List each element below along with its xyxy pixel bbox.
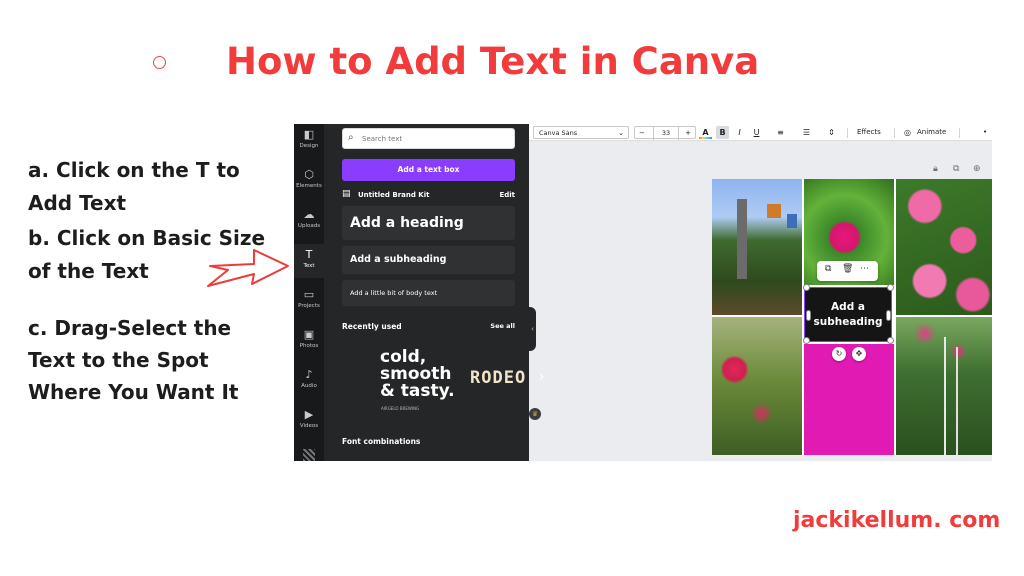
- element-context-menu: ⧉ 🗑︎ ⋯: [817, 261, 878, 281]
- brand-kit-icon: ▤: [342, 189, 351, 199]
- corner-handle[interactable]: [803, 284, 810, 291]
- add-heading-button[interactable]: Add a heading: [342, 206, 515, 240]
- search-input[interactable]: [362, 133, 502, 145]
- spacing-icon[interactable]: ⇕: [825, 126, 838, 139]
- increase-size-button[interactable]: +: [685, 127, 691, 140]
- uploads-icon: ☁: [303, 208, 315, 221]
- brand-kit-edit-link[interactable]: Edit: [499, 191, 515, 199]
- recently-used-heading: Recently used: [342, 322, 402, 331]
- animate-button[interactable]: Animate: [917, 126, 946, 139]
- italic-button[interactable]: I: [733, 126, 746, 139]
- sidebar-item-videos[interactable]: ▶ Videos: [294, 408, 324, 434]
- font-card-line: & tasty.: [380, 381, 455, 401]
- align-center-icon[interactable]: ≡: [774, 126, 787, 139]
- add-body-text-button[interactable]: Add a little bit of body text: [342, 280, 515, 306]
- bold-button[interactable]: B: [716, 126, 729, 139]
- more-options-icon[interactable]: •: [983, 126, 987, 139]
- page-title: How to Add Text in Canva: [226, 40, 760, 83]
- corner-handle[interactable]: [803, 337, 810, 344]
- sidebar-item-label: Projects: [298, 303, 320, 309]
- editor-toolbar: Canva Sans ⌄ − 33 + A B I U ≡ ☰ ⇕ Effect…: [529, 124, 992, 141]
- more-apps-icon[interactable]: [303, 449, 315, 461]
- magenta-block[interactable]: [804, 344, 894, 455]
- animate-icon: ◎: [904, 128, 911, 137]
- sidebar-item-photos[interactable]: ▣ Photos: [294, 328, 324, 354]
- font-family-value: Canva Sans: [539, 129, 578, 137]
- effects-button[interactable]: Effects: [857, 126, 881, 139]
- sidebar-item-elements[interactable]: ⬡ Elements: [294, 168, 324, 194]
- photo-garden-birdhouse[interactable]: [712, 179, 802, 315]
- collapse-panel-handle[interactable]: ‹: [529, 307, 536, 351]
- chevron-right-icon[interactable]: ›: [539, 369, 545, 385]
- brand-kit-row: ▤ Untitled Brand Kit Edit: [342, 189, 515, 202]
- font-family-dropdown[interactable]: Canva Sans ⌄: [533, 126, 629, 139]
- sidebar-item-label: Audio: [301, 383, 317, 389]
- resize-handle-right[interactable]: [886, 310, 891, 321]
- list-icon[interactable]: ☰: [800, 126, 813, 139]
- move-icon[interactable]: ✥: [852, 347, 866, 361]
- photo-rose-trellis[interactable]: [896, 317, 992, 455]
- videos-icon: ▶: [304, 408, 314, 421]
- sidebar-item-label: Text: [303, 263, 315, 269]
- audio-icon: ♪: [305, 368, 313, 381]
- more-options-icon[interactable]: ⋯: [860, 264, 869, 274]
- sidebar-item-audio[interactable]: ♪ Audio: [294, 368, 324, 394]
- corner-handle[interactable]: [887, 284, 894, 291]
- add-subheading-button[interactable]: Add a subheading: [342, 246, 515, 274]
- instruction-c: c. Drag-Select the Text to the Spot Wher…: [28, 316, 239, 404]
- lock-icon[interactable]: 🔒︎: [933, 164, 938, 174]
- font-card-cold-smooth-tasty[interactable]: cold, smooth & tasty.: [380, 349, 455, 400]
- add-text-box-button[interactable]: Add a text box: [342, 159, 515, 181]
- crown-icon: ♛: [529, 408, 541, 420]
- sidebar-item-label: Uploads: [297, 223, 321, 229]
- folder-icon: ▭: [303, 288, 315, 301]
- photo-pink-roses[interactable]: [896, 179, 992, 315]
- instruction-a: a. Click on the T to Add Text: [28, 158, 240, 215]
- decrease-size-button[interactable]: −: [639, 127, 645, 140]
- chevron-down-icon: ⌄: [618, 129, 624, 137]
- sidebar-rail: ◧ Design ⬡ Elements ☁ Uploads T Text ▭ P…: [294, 124, 324, 461]
- font-size-value[interactable]: 33: [653, 127, 679, 140]
- text-panel: ⌕ Add a text box ▤ Untitled Brand Kit Ed…: [324, 124, 545, 461]
- toolbar-divider: [959, 128, 960, 138]
- elements-icon: ⬡: [304, 168, 314, 181]
- photo-red-flowers[interactable]: [712, 317, 802, 455]
- corner-handle[interactable]: [887, 337, 894, 344]
- sidebar-item-label: Videos: [299, 423, 319, 429]
- sidebar-item-label: Photos: [299, 343, 319, 349]
- font-card-rodeo[interactable]: RODEO: [470, 368, 526, 388]
- font-card-subtext: AIRGELO BREWING: [381, 406, 420, 411]
- toolbar-divider: [847, 128, 848, 138]
- pointer-arrow-icon: [207, 249, 289, 287]
- sidebar-item-design[interactable]: ◧ Design: [294, 128, 324, 154]
- search-box[interactable]: ⌕: [342, 128, 515, 149]
- resize-handle-left[interactable]: [806, 310, 811, 321]
- see-all-link[interactable]: See all: [490, 322, 515, 330]
- website-url: jackikellum. com: [793, 508, 1001, 533]
- duplicate-page-icon[interactable]: ⧉: [953, 164, 959, 174]
- add-page-icon[interactable]: ⊕: [973, 164, 981, 174]
- selected-text-element[interactable]: Add a subheading: [804, 287, 892, 342]
- sidebar-item-projects[interactable]: ▭ Projects: [294, 288, 324, 314]
- font-combinations-heading: Font combinations: [342, 437, 421, 446]
- sidebar-item-label: Design: [299, 143, 319, 149]
- search-icon: ⌕: [348, 132, 354, 143]
- photos-icon: ▣: [303, 328, 315, 341]
- text-icon: T: [305, 248, 313, 261]
- trash-icon[interactable]: 🗑︎: [842, 264, 853, 274]
- sidebar-item-text[interactable]: T Text: [294, 244, 324, 278]
- sidebar-item-uploads[interactable]: ☁ Uploads: [294, 208, 324, 234]
- toolbar-divider: [894, 128, 895, 138]
- font-size-stepper[interactable]: − 33 +: [634, 126, 696, 140]
- rotate-icon[interactable]: ↻: [832, 347, 846, 361]
- sidebar-item-label: Elements: [296, 183, 322, 189]
- canva-screenshot: ◧ Design ⬡ Elements ☁ Uploads T Text ▭ P…: [294, 124, 992, 461]
- copy-icon[interactable]: ⧉: [825, 264, 831, 274]
- text-color-button[interactable]: A: [699, 126, 712, 139]
- underline-button[interactable]: U: [750, 126, 763, 139]
- design-icon: ◧: [303, 128, 315, 141]
- brand-kit-label: Untitled Brand Kit: [358, 191, 430, 199]
- decorative-circle-icon: [153, 56, 166, 69]
